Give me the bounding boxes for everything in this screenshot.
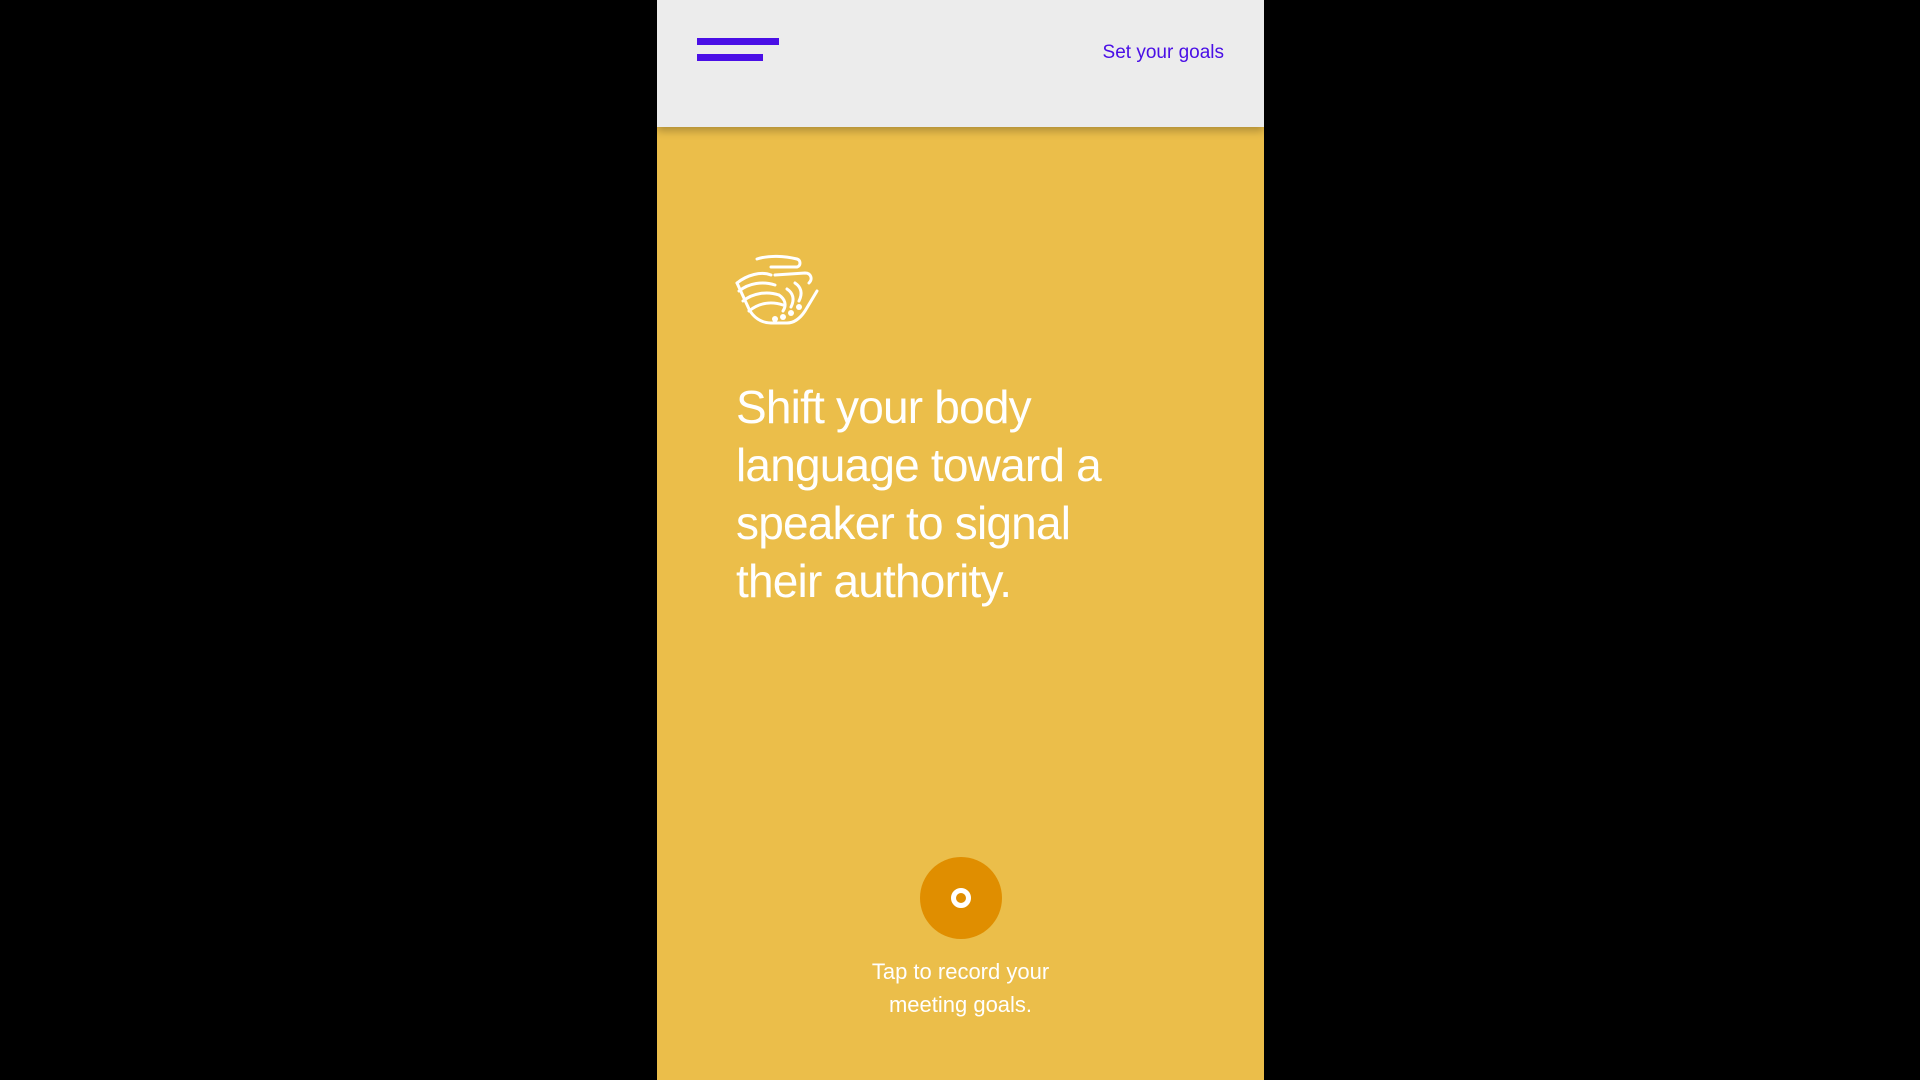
record-caption-line-1: Tap to record your bbox=[871, 959, 1050, 984]
tip-text: Shift your body language toward a speake… bbox=[736, 381, 1102, 607]
top-bar: Set your goals bbox=[657, 0, 1264, 127]
phone-screen: Set your goals Shift your body language … bbox=[657, 0, 1264, 1080]
handshake-icon bbox=[735, 254, 819, 325]
menu-line-top bbox=[697, 38, 779, 45]
record-caption: Tap to record your meeting goals. bbox=[657, 955, 1264, 1021]
record-icon bbox=[951, 888, 971, 908]
record-caption-line-2: meeting goals. bbox=[888, 992, 1033, 1017]
set-goals-link[interactable]: Set your goals bbox=[1103, 42, 1224, 64]
menu-line-bottom bbox=[697, 54, 763, 61]
hamburger-menu-icon[interactable] bbox=[697, 38, 779, 64]
tip-card: Shift your body language toward a speake… bbox=[657, 127, 1264, 1080]
record-button[interactable] bbox=[920, 857, 1002, 939]
